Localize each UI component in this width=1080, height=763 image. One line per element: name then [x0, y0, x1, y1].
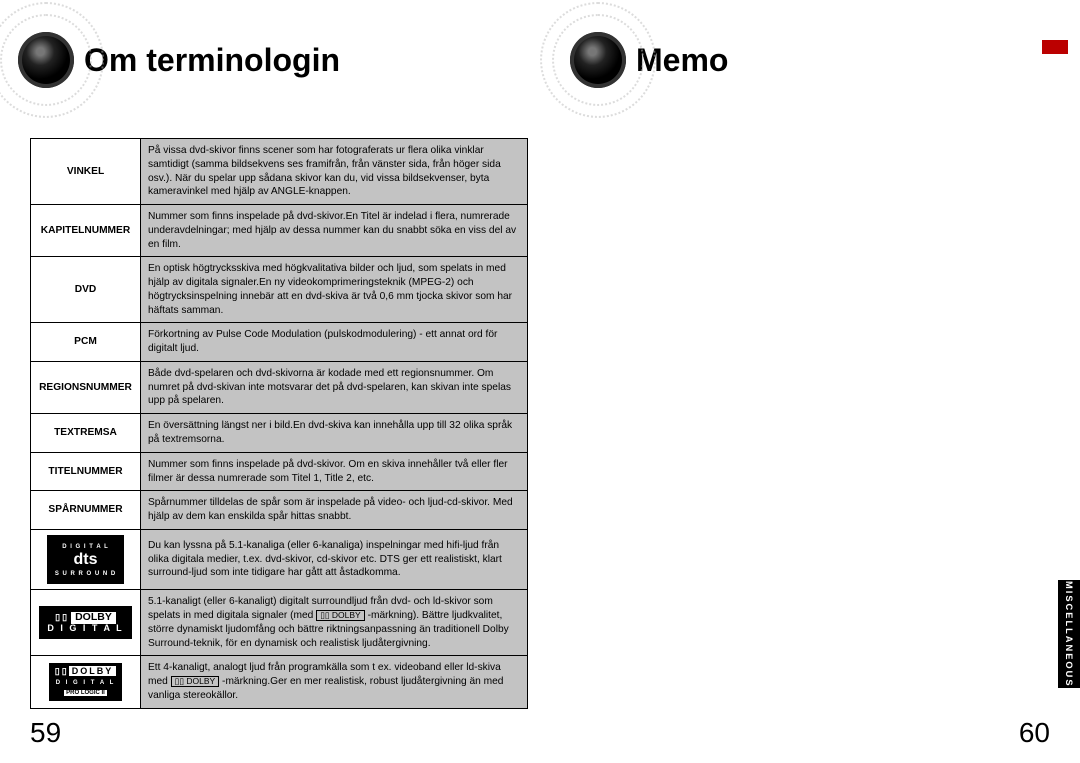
terminology-table: VINKELPå vissa dvd-skivor finns scener s…: [30, 138, 528, 709]
speaker-icon: [570, 32, 626, 88]
page-number-right: 60: [1019, 717, 1050, 749]
term-desc: Spårnummer tilldelas de spår som är insp…: [141, 491, 528, 530]
term-label: DVD: [31, 257, 141, 323]
table-row: KAPITELNUMMERNummer som finns inspelade …: [31, 205, 528, 257]
dolby-digital-logo-cell: ▯▯DOLBY D I G I T A L: [31, 590, 141, 656]
term-label: KAPITELNUMMER: [31, 205, 141, 257]
dolby-inline-badge-icon: ▯▯ DOLBY: [171, 676, 220, 687]
term-desc: Du kan lyssna på 5.1-kanaliga (eller 6-k…: [141, 529, 528, 589]
table-row: D I G I T A L dts S U R R O U N D Du kan…: [31, 529, 528, 589]
dts-logo-icon: D I G I T A L dts S U R R O U N D: [47, 535, 124, 584]
term-desc: En översättning längst ner i bild.En dvd…: [141, 414, 528, 453]
page-left: Om terminologin VINKELPå vissa dvd-skivo…: [0, 0, 540, 763]
term-label: TITELNUMMER: [31, 452, 141, 491]
terminology-body: VINKELPå vissa dvd-skivor finns scener s…: [31, 139, 528, 709]
table-row: REGIONSNUMMERBåde dvd-spelaren och dvd-s…: [31, 361, 528, 413]
term-desc: Ett 4-kanaligt, analogt ljud från progra…: [141, 656, 528, 708]
dolby-inline-badge-icon: ▯▯ DOLBY: [316, 610, 365, 621]
table-row: TITELNUMMERNummer som finns inspelade på…: [31, 452, 528, 491]
table-row: DVDEn optisk högtrycksskiva med högkvali…: [31, 257, 528, 323]
dolby-prologic-logo-cell: ▯▯DOLBY D I G I T A L PRO LOGIC II: [31, 656, 141, 708]
term-label: TEXTREMSA: [31, 414, 141, 453]
term-desc: På vissa dvd-skivor finns scener som har…: [141, 139, 528, 205]
term-label: SPÅRNUMMER: [31, 491, 141, 530]
table-row: PCMFörkortning av Pulse Code Modulation …: [31, 323, 528, 362]
table-row: SPÅRNUMMERSpårnummer tilldelas de spår s…: [31, 491, 528, 530]
header-left: Om terminologin: [0, 0, 540, 100]
term-label: PCM: [31, 323, 141, 362]
dolby-digital-logo-icon: ▯▯DOLBY D I G I T A L: [39, 606, 131, 639]
table-row: ▯▯DOLBY D I G I T A L 5.1-kanaligt (elle…: [31, 590, 528, 656]
dolby-prologic-logo-icon: ▯▯DOLBY D I G I T A L PRO LOGIC II: [49, 663, 122, 701]
term-desc: Nummer som finns inspelade på dvd-skivor…: [141, 205, 528, 257]
page-right: Memo MISCELLANEOUS 60: [540, 0, 1080, 763]
term-label: REGIONSNUMMER: [31, 361, 141, 413]
red-tab-mark: [1042, 40, 1068, 54]
term-label: VINKEL: [31, 139, 141, 205]
table-row: VINKELPå vissa dvd-skivor finns scener s…: [31, 139, 528, 205]
dts-logo-cell: D I G I T A L dts S U R R O U N D: [31, 529, 141, 589]
table-row: ▯▯DOLBY D I G I T A L PRO LOGIC II Ett 4…: [31, 656, 528, 708]
term-desc: Förkortning av Pulse Code Modulation (pu…: [141, 323, 528, 362]
table-row: TEXTREMSAEn översättning längst ner i bi…: [31, 414, 528, 453]
speaker-icon: [18, 32, 74, 88]
term-desc: Både dvd-spelaren och dvd-skivorna är ko…: [141, 361, 528, 413]
side-tab-miscellaneous: MISCELLANEOUS: [1058, 580, 1080, 688]
header-right: Memo: [540, 0, 1080, 100]
term-desc: 5.1-kanaligt (eller 6-kanaligt) digitalt…: [141, 590, 528, 656]
page-title-left: Om terminologin: [84, 42, 340, 79]
term-desc: Nummer som finns inspelade på dvd-skivor…: [141, 452, 528, 491]
term-desc: En optisk högtrycksskiva med högkvalitat…: [141, 257, 528, 323]
page-number-left: 59: [30, 717, 61, 749]
